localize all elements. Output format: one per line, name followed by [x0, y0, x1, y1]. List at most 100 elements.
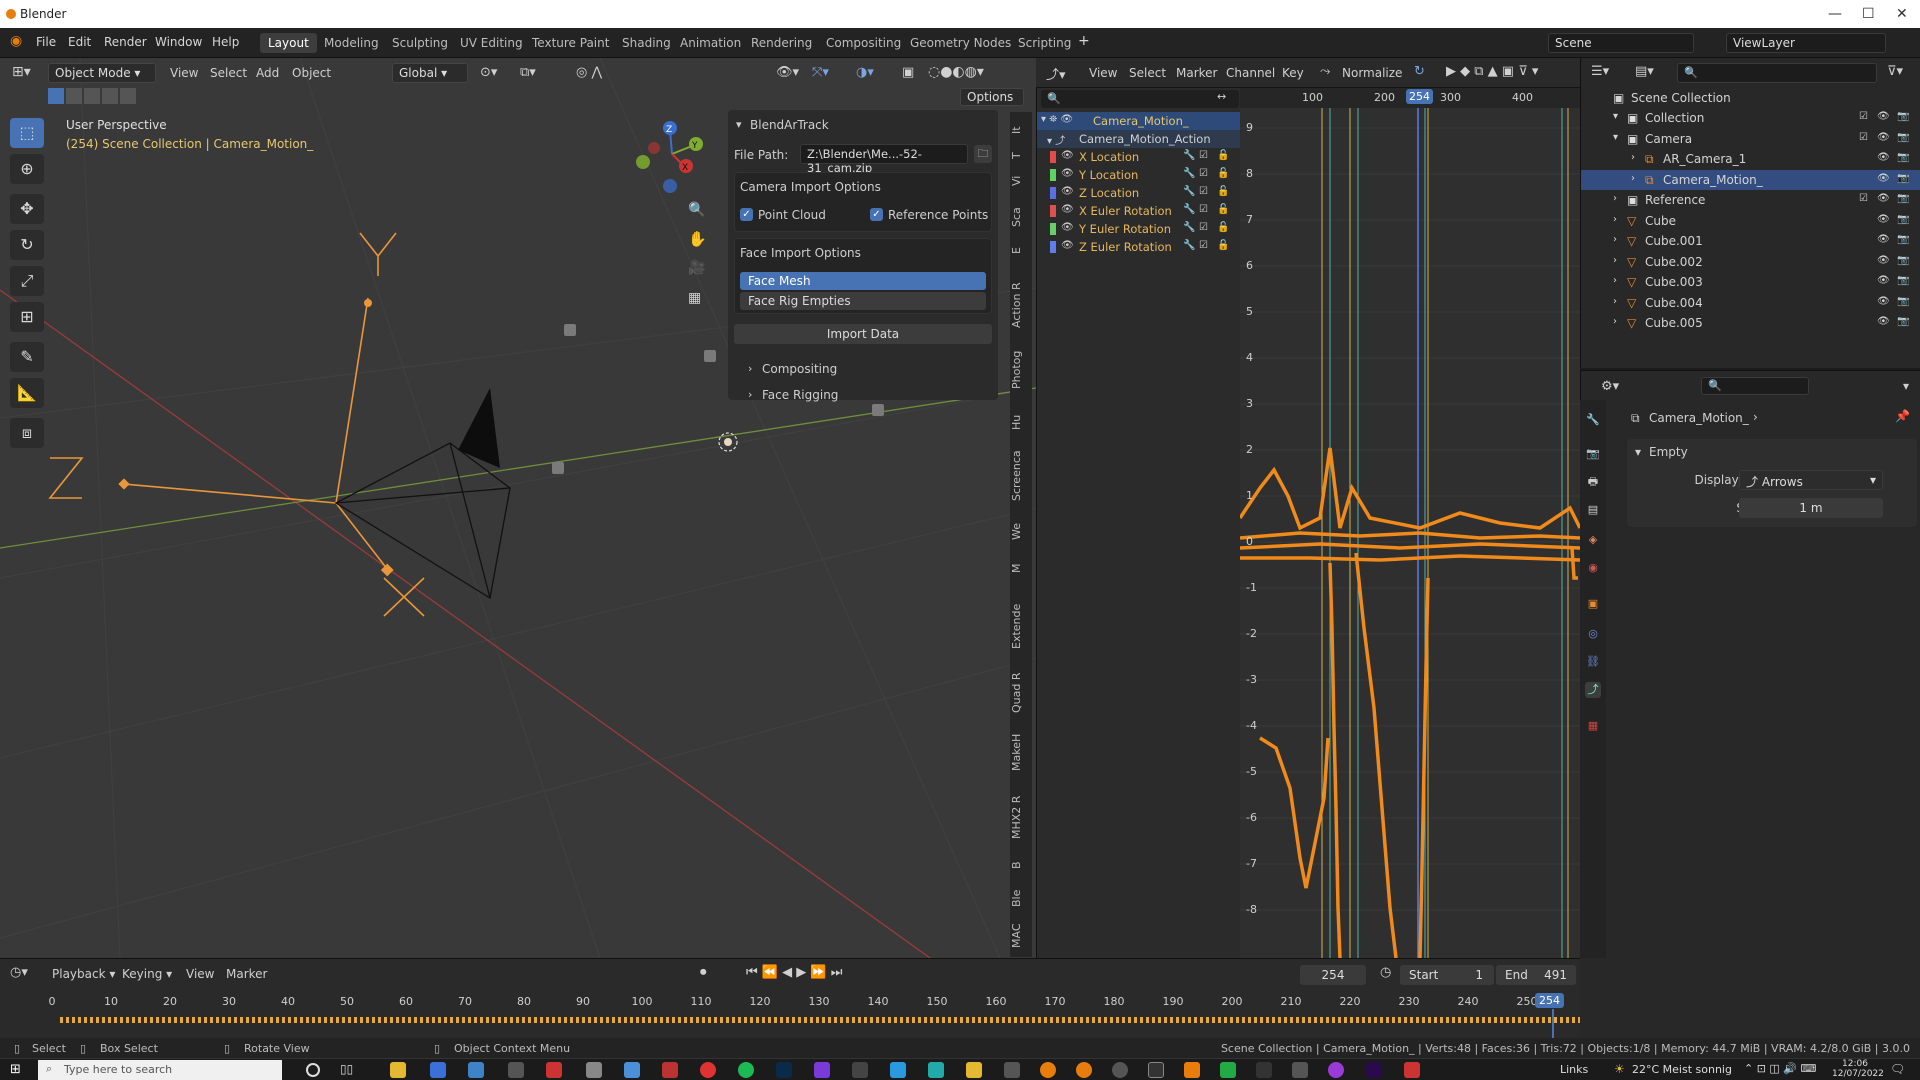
import-data-button[interactable]: Import Data [734, 324, 992, 344]
eye-icon[interactable]: 👁 [1877, 214, 1890, 225]
render-camera-icon[interactable]: 📷 [1897, 152, 1909, 163]
viewport-menu-view[interactable]: View [170, 66, 198, 80]
expand-arrow-icon[interactable]: › [1613, 275, 1617, 286]
world-tab-icon[interactable]: ◉ [1585, 560, 1601, 576]
expand-arrow-icon[interactable]: ▾ [1613, 132, 1618, 143]
sidebar-tab-b[interactable]: B [1010, 856, 1032, 874]
outliner-search-input[interactable]: 🔍 [1677, 63, 1877, 83]
object-data-tab-icon[interactable]: ⤴ [1585, 682, 1601, 698]
rotate-tool-icon[interactable]: ↻ [10, 230, 44, 260]
outliner-row[interactable]: › ▽ Cube.002 👁 📷 [1581, 252, 1920, 272]
outliner-row[interactable]: › ▽ Cube.003 👁 📷 [1581, 272, 1920, 292]
object-tab-icon[interactable]: ▣ [1585, 596, 1601, 612]
swap-icon[interactable]: ↔ [1217, 90, 1226, 103]
sidebar-tab-photog[interactable]: Photog [1010, 344, 1032, 396]
app-icon-15[interactable] [1220, 1062, 1236, 1078]
outliner-row[interactable]: › ▣ Reference ☑ 👁 📷 [1581, 190, 1920, 210]
workspace-tab-sculpting[interactable]: Sculpting [384, 33, 456, 53]
render-camera-icon[interactable]: 📷 [1897, 111, 1909, 122]
workspace-tab-modeling[interactable]: Modeling [316, 33, 387, 53]
timeline-playhead[interactable]: 254 [1535, 993, 1564, 1008]
shading-modes-icon[interactable]: ◌●◐◍▾ [928, 64, 984, 80]
timeline-type-icon[interactable]: ◷▾ [10, 965, 28, 980]
cortana-icon[interactable] [306, 1063, 320, 1077]
app-icon-18[interactable] [1328, 1062, 1344, 1078]
app-icon-10[interactable] [890, 1062, 906, 1078]
graph-current-frame[interactable]: 254 [1406, 89, 1433, 104]
app-icon-11[interactable] [928, 1062, 944, 1078]
eye-icon[interactable]: 👁 [1061, 204, 1074, 215]
sidebar-tab-makeh[interactable]: MakeH [1010, 728, 1032, 776]
expand-arrow-icon[interactable]: ▾ [1613, 111, 1618, 122]
sidebar-tab-vi[interactable]: Vi [1010, 170, 1032, 192]
modifier-icon[interactable]: 🔧 [1183, 222, 1195, 233]
playback-controls[interactable]: ⏮ ⏪ ◀ ▶ ⏩ ⏭ [746, 965, 842, 980]
menu-render[interactable]: Render [104, 35, 147, 49]
chevron-right-icon[interactable]: › [748, 362, 752, 375]
scale-tool-icon[interactable]: ⤢ [10, 266, 44, 296]
transform-orientation-dropdown[interactable]: Global ▾ [392, 63, 468, 83]
mute-checkbox[interactable]: ☑ [1199, 240, 1208, 251]
size-field[interactable]: 1 m [1739, 498, 1883, 518]
cursor-tool-icon[interactable]: ⊕ [10, 154, 44, 184]
app-icon-13[interactable] [1004, 1062, 1020, 1078]
texture-tab-icon[interactable]: ▦ [1585, 718, 1601, 734]
panel-collapse-icon[interactable]: ▾ [736, 118, 742, 131]
expand-arrow-icon[interactable]: › [1613, 255, 1617, 266]
graph-tools-icons[interactable]: ▶ ◆ ⧉ ▲ ▣ ⊽ ▾ [1446, 64, 1538, 79]
graph-menu-channel[interactable]: Channel [1226, 66, 1275, 80]
modifier-icon[interactable]: 🔧 [1183, 186, 1195, 197]
object-mode-dropdown[interactable]: Object Mode ▾ [48, 63, 156, 83]
outliner-row[interactable]: › ▽ Cube.004 👁 📷 [1581, 293, 1920, 313]
outliner-root-row[interactable]: ▣ Scene Collection [1581, 88, 1920, 108]
app-icon-5[interactable] [586, 1062, 602, 1078]
app-icon-17[interactable] [1292, 1062, 1308, 1078]
xray-icon[interactable]: ▣ [902, 65, 914, 80]
select-box-tool-icon[interactable]: ⬚ [10, 118, 44, 148]
graph-menu-marker[interactable]: Marker [1176, 66, 1217, 80]
maximize-icon[interactable]: ☐ [1862, 6, 1875, 22]
expand-arrow-icon[interactable]: › [1613, 234, 1617, 245]
app-icon-4[interactable] [546, 1062, 562, 1078]
zoom-icon[interactable]: 🔍 [688, 202, 705, 218]
lock-icon[interactable]: 🔓 [1217, 204, 1229, 215]
sidebar-tab-e[interactable]: E [1010, 242, 1032, 260]
outliner-row[interactable]: › ▽ Cube.005 👁 📷 [1581, 313, 1920, 333]
lock-icon[interactable]: 🔓 [1217, 186, 1229, 197]
taskbar-time[interactable]: 12:06 [1842, 1059, 1868, 1069]
taskbar-weather[interactable]: 22°C Meist sonnig [1632, 1063, 1732, 1076]
fcurve-channel-row[interactable]: 👁 Z Euler Rotation 🔧 ☑ 🔓 [1037, 238, 1241, 256]
app-icon-3[interactable] [508, 1062, 524, 1078]
viewport-menu-add[interactable]: Add [256, 66, 279, 80]
pivot-icon[interactable]: ⊙▾ [480, 65, 497, 80]
modifier-icon[interactable]: 🔧 [1183, 168, 1195, 179]
modifier-icon[interactable]: 🔧 [1183, 150, 1195, 161]
blender-taskbar-icon[interactable] [1040, 1062, 1056, 1078]
properties-search-input[interactable]: 🔍 [1701, 377, 1809, 395]
exclude-checkbox[interactable]: ☑ [1859, 193, 1868, 204]
outliner-row[interactable]: › ▽ Cube.001 👁 📷 [1581, 231, 1920, 251]
sidebar-tab-we[interactable]: We [1010, 520, 1032, 544]
sidebar-tab-action-r[interactable]: Action R [1010, 276, 1032, 334]
expand-arrow-icon[interactable]: › [1631, 173, 1635, 184]
menu-edit[interactable]: Edit [68, 35, 91, 49]
app-icon-12[interactable] [966, 1062, 982, 1078]
render-camera-icon[interactable]: 📷 [1897, 316, 1909, 327]
eye-icon[interactable]: 👁 [1877, 132, 1890, 143]
app-icon-16[interactable] [1256, 1062, 1272, 1078]
physics-tab-icon[interactable]: ◎ [1585, 626, 1601, 642]
viewport-menu-object[interactable]: Object [292, 66, 331, 80]
eye-icon[interactable]: 👁 [1877, 234, 1890, 245]
workspace-tab-layout[interactable]: Layout [260, 33, 317, 53]
constraints-tab-icon[interactable]: ⛓ [1585, 654, 1601, 670]
app-icon-6[interactable] [624, 1062, 640, 1078]
view-layer-selector[interactable]: ViewLayer [1726, 33, 1886, 53]
sidebar-tab-m[interactable]: M [1010, 558, 1032, 578]
viewport-menu-select[interactable]: Select [210, 66, 247, 80]
workspace-tab-shading[interactable]: Shading [614, 33, 679, 53]
expand-arrow-icon[interactable]: › [1613, 316, 1617, 327]
auto-normalize-icon[interactable]: ↻ [1414, 64, 1425, 79]
eye-icon[interactable]: 👁 [1877, 255, 1890, 266]
add-cube-tool-icon[interactable]: ⧈ [10, 418, 44, 448]
modifier-icon[interactable]: 🔧 [1183, 240, 1195, 251]
